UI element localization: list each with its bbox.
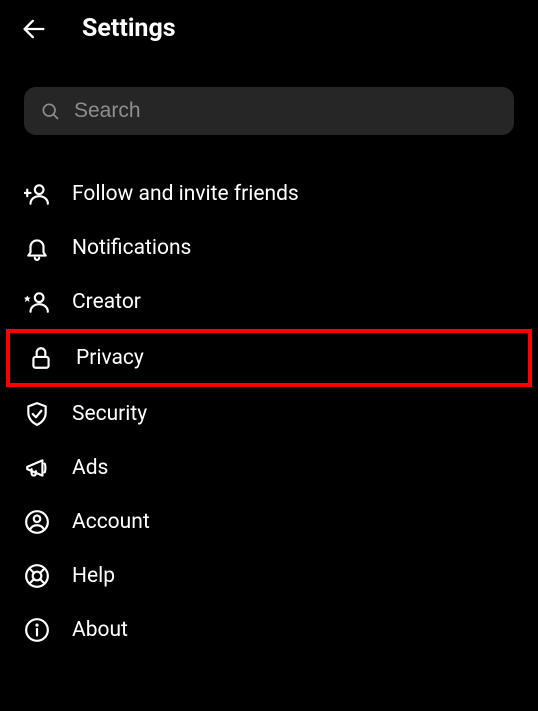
search-container xyxy=(0,57,538,145)
menu-item-account[interactable]: Account xyxy=(0,495,538,549)
menu-item-label: Security xyxy=(72,402,147,426)
menu-item-ads[interactable]: Ads xyxy=(0,441,538,495)
megaphone-icon xyxy=(24,455,50,481)
person-add-icon xyxy=(24,181,50,207)
menu-item-privacy[interactable]: Privacy xyxy=(10,333,528,383)
info-icon xyxy=(24,617,50,643)
menu-item-label: Creator xyxy=(72,290,141,314)
menu-item-label: Account xyxy=(72,510,150,534)
highlighted-item-frame: Privacy xyxy=(6,329,532,387)
menu-item-label: Follow and invite friends xyxy=(72,182,299,206)
search-input[interactable] xyxy=(74,99,498,123)
arrow-left-icon xyxy=(20,15,48,43)
menu-item-creator[interactable]: Creator xyxy=(0,275,538,329)
menu-item-about[interactable]: About xyxy=(0,603,538,657)
menu-item-label: About xyxy=(72,618,128,642)
shield-check-icon xyxy=(24,401,50,427)
menu-item-label: Notifications xyxy=(72,236,191,260)
lifebuoy-icon xyxy=(24,563,50,589)
menu-item-notifications[interactable]: Notifications xyxy=(0,221,538,275)
lock-icon xyxy=(28,345,54,371)
page-title: Settings xyxy=(82,14,176,43)
menu-item-security[interactable]: Security xyxy=(0,387,538,441)
search-field[interactable] xyxy=(24,87,514,135)
settings-list: Follow and invite friends Notifications … xyxy=(0,145,538,657)
header: Settings xyxy=(0,0,538,57)
menu-item-label: Ads xyxy=(72,456,108,480)
back-button[interactable] xyxy=(20,15,48,43)
bell-icon xyxy=(24,235,50,261)
menu-item-label: Privacy xyxy=(76,346,144,370)
menu-item-follow-invite[interactable]: Follow and invite friends xyxy=(0,167,538,221)
star-person-icon xyxy=(24,289,50,315)
menu-item-help[interactable]: Help xyxy=(0,549,538,603)
menu-item-label: Help xyxy=(72,564,115,588)
account-circle-icon xyxy=(24,509,50,535)
search-icon xyxy=(40,101,60,121)
